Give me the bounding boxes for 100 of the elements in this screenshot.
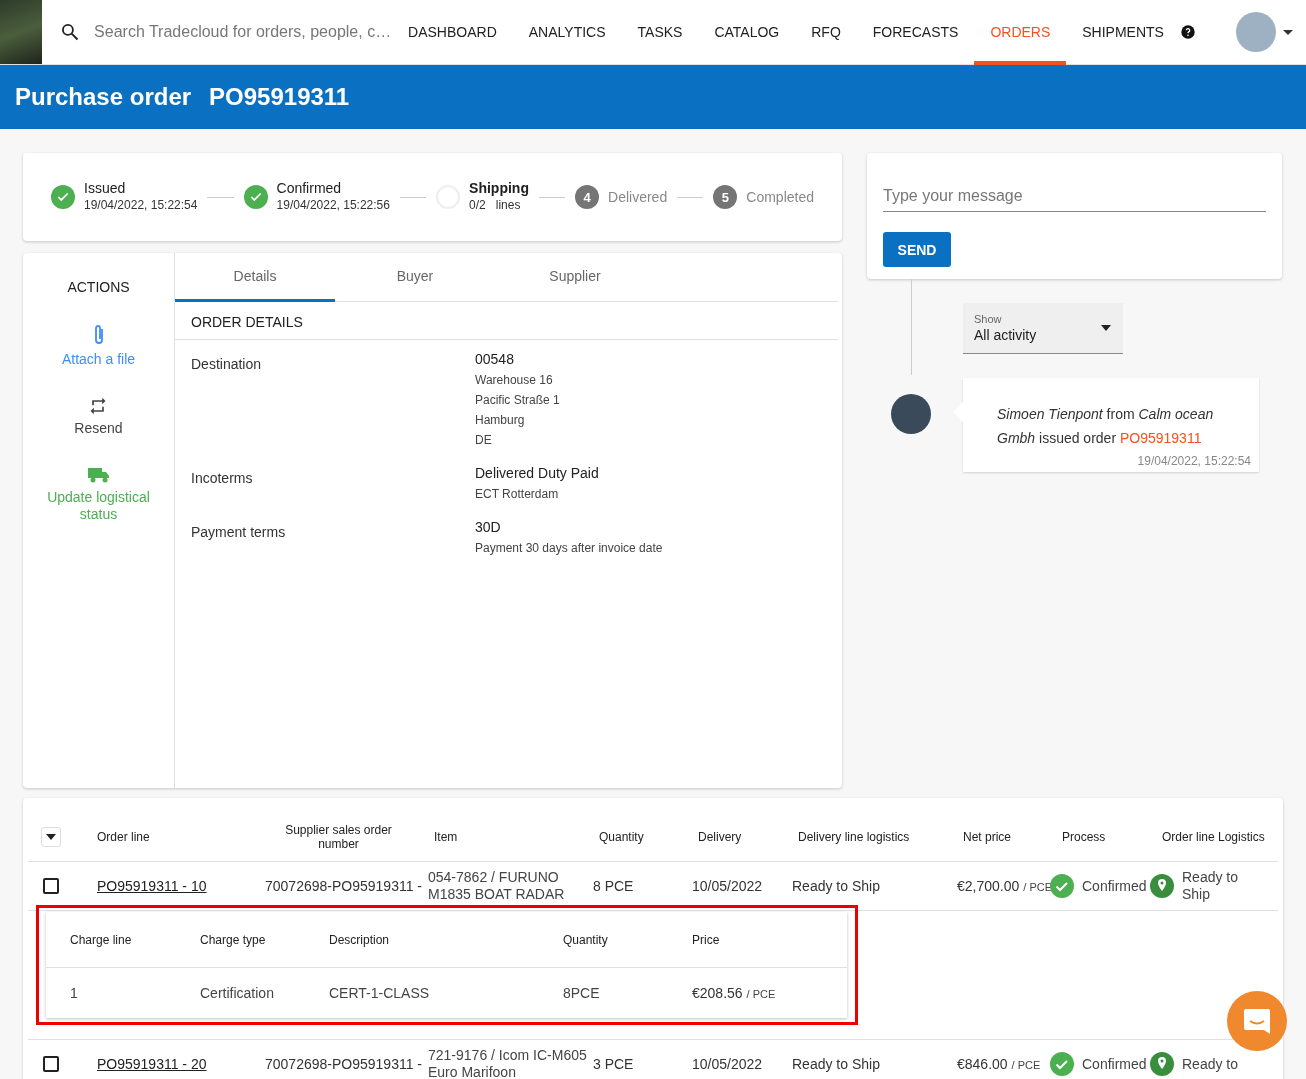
process-status: Confirmed — [1082, 1055, 1147, 1073]
step-date: 19/04/2022, 15:22:56 — [276, 197, 390, 214]
activity-message: Simoen Tienpont from Calm ocean Gmbh issued order PO95919311 — [997, 405, 1215, 448]
search-icon — [60, 22, 81, 42]
column-header: Charge type — [200, 932, 267, 947]
check-circle-icon — [1050, 1052, 1074, 1076]
field-label: Destination — [191, 355, 263, 374]
step-label: Issued — [84, 180, 127, 197]
order-line-link[interactable]: PO95919311 - 10 — [85, 878, 255, 894]
select-label: Show — [974, 313, 1003, 325]
step-label: Confirmed — [276, 180, 343, 197]
column-header: Delivery — [697, 829, 743, 844]
logistics-status: Ready to — [1182, 1055, 1239, 1073]
column-header: Net price — [962, 829, 1013, 844]
details-tab[interactable]: Buyer — [335, 253, 495, 302]
table-cell-text: 10/05/2022 — [691, 878, 764, 894]
actions-title: ACTIONS — [67, 279, 130, 295]
select-value: All activity — [974, 327, 1037, 343]
row-checkbox[interactable] — [43, 878, 59, 894]
column-header: Quantity — [563, 932, 609, 947]
logo-photo-placeholder[interactable] — [0, 0, 43, 64]
field-label: Incoterms — [191, 469, 254, 488]
price-unit: / PCE — [746, 988, 776, 1000]
page-title: Purchase order — [15, 83, 192, 111]
column-header: Quantity — [598, 829, 645, 844]
column-header: Supplier sales order number — [284, 822, 393, 851]
logistics-status: Ready to Ship — [1182, 869, 1240, 903]
step-date: 19/04/2022, 15:22:54 — [84, 197, 198, 214]
nav-tab[interactable]: DASHBOARD — [392, 0, 513, 65]
step-count: 0/2 — [469, 197, 486, 214]
details-tab[interactable]: Supplier — [495, 253, 655, 302]
row-checkbox[interactable] — [43, 1056, 59, 1072]
field-detail: Pacific Straße 1 — [475, 392, 561, 409]
section-title: ORDER DETAILS — [175, 302, 838, 340]
column-header: Charge line — [70, 932, 133, 947]
chat-bubble-icon — [1242, 1006, 1272, 1036]
column-header: Delivery line logistics — [797, 829, 911, 844]
nav-tab[interactable]: SHIPMENTS — [1066, 0, 1180, 65]
price-value: €208.56 — [692, 985, 743, 1001]
field-value: 30D — [475, 518, 502, 537]
step-label: Completed — [746, 188, 814, 206]
column-header: Order line — [96, 829, 151, 844]
nav-tab[interactable]: TASKS — [621, 0, 699, 65]
table-cell-text: 3 PCE — [592, 1056, 635, 1072]
table-cell-text: CERT-1-CLASS — [329, 985, 431, 1001]
process-status: Confirmed — [1082, 877, 1147, 895]
table-cell-text: 10/05/2022 — [691, 1056, 764, 1072]
field-detail: Hamburg — [475, 412, 526, 429]
price-unit: / PCE — [1023, 881, 1053, 893]
nav-tab[interactable]: CATALOG — [698, 0, 796, 65]
column-header: Process — [1061, 829, 1107, 844]
search-field[interactable]: Search Tradecloud for orders, people, c… — [92, 22, 393, 42]
expand-all-button[interactable] — [41, 826, 61, 847]
price-unit: / PCE — [1011, 1059, 1041, 1071]
table-cell-text: 054-7862 / FURUNO M1835 BOAT RADAR — [427, 869, 566, 903]
step-label: Shipping — [469, 180, 529, 197]
field-value: 00548 — [475, 350, 515, 369]
table-cell-text: Ready to Ship — [791, 1056, 881, 1072]
location-pin-icon — [1150, 1052, 1174, 1076]
table-cell-text: 70072698-PO95919311 - — [264, 878, 422, 894]
column-header: Description — [329, 932, 391, 947]
caret-icon — [46, 833, 56, 840]
table-cell-text: 721-9176 / Icom IC-M605 Euro Marifoon — [427, 1047, 587, 1079]
field-detail: Payment 30 days after invoice date — [475, 540, 664, 557]
table-cell-text: 8 PCE — [592, 878, 635, 894]
column-header: Order line Logistics — [1161, 829, 1266, 844]
nav-tab[interactable]: ANALYTICS — [512, 0, 622, 65]
table-cell-text: 8PCE — [563, 985, 601, 1001]
step-unit: lines — [495, 197, 521, 214]
order-link[interactable]: PO95919311 — [1119, 430, 1202, 446]
nav-tab[interactable]: FORECASTS — [856, 0, 975, 65]
user-avatar — [891, 394, 931, 434]
price-value: €2,700.00 — [957, 878, 1020, 894]
table-cell-text: Certification — [200, 985, 275, 1001]
table-cell-text: Ready to Ship — [791, 878, 881, 894]
table-cell-text: 70072698-PO95919311 - — [264, 1056, 422, 1072]
order-line-link[interactable]: PO95919311 - 20 — [85, 1056, 255, 1072]
action-button[interactable]: Resend — [66, 396, 131, 437]
step-number: 4 — [575, 185, 600, 209]
details-tab[interactable]: Details — [175, 253, 335, 302]
field-label: Payment terms — [191, 523, 287, 542]
nav-tab[interactable]: RFQ — [795, 0, 857, 65]
column-header: Price — [692, 932, 721, 947]
field-value: Delivered Duty Paid — [475, 464, 600, 483]
column-header: Item — [433, 829, 459, 844]
location-pin-icon — [1150, 874, 1174, 898]
truck-icon — [86, 465, 111, 485]
price-value: €846.00 — [957, 1056, 1008, 1072]
dropdown-caret-icon — [1100, 324, 1112, 332]
activity-filter-select[interactable]: Show All activity — [963, 303, 1123, 354]
field-detail: ECT Rotterdam — [475, 486, 560, 503]
order-number: PO95919311 — [209, 83, 350, 111]
field-detail: Warehouse 16 — [475, 372, 554, 389]
step-number: 5 — [713, 185, 738, 209]
step-label: Delivered — [608, 188, 668, 206]
field-detail: DE — [475, 432, 493, 449]
table-cell-text: 1 — [70, 985, 79, 1001]
check-circle-icon — [1050, 874, 1074, 898]
send-button[interactable]: SEND — [883, 232, 951, 267]
activity-time: 19/04/2022, 15:22:54 — [1136, 454, 1251, 468]
